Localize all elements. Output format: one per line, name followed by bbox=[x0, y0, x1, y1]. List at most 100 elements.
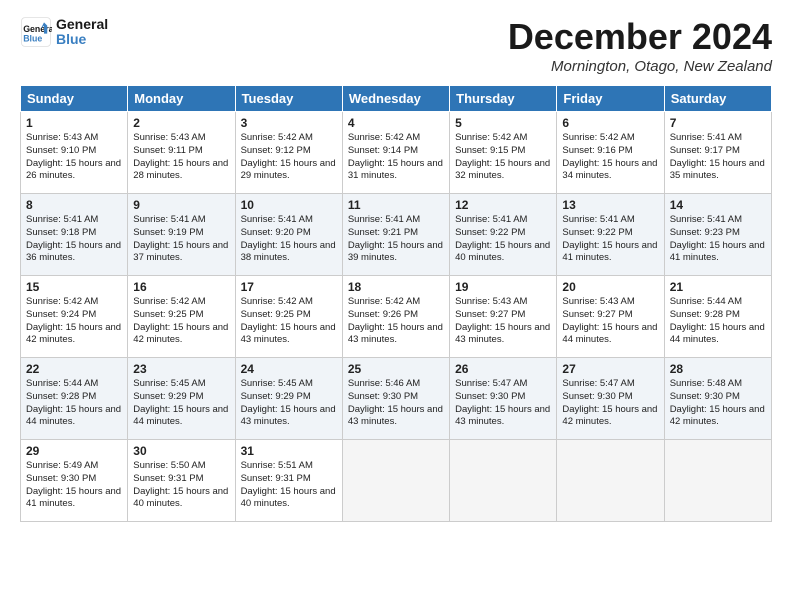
table-row: 30 Sunrise: 5:50 AMSunset: 9:31 PMDaylig… bbox=[128, 440, 235, 522]
table-row: 14 Sunrise: 5:41 AMSunset: 9:23 PMDaylig… bbox=[664, 194, 771, 276]
cell-content: Sunrise: 5:41 AMSunset: 9:23 PMDaylight:… bbox=[670, 214, 765, 263]
day-number: 30 bbox=[133, 444, 229, 458]
day-number: 6 bbox=[562, 116, 658, 130]
day-number: 27 bbox=[562, 362, 658, 376]
svg-text:General: General bbox=[23, 24, 52, 34]
calendar-week-row: 1 Sunrise: 5:43 AMSunset: 9:10 PMDayligh… bbox=[21, 112, 772, 194]
cell-content: Sunrise: 5:45 AMSunset: 9:29 PMDaylight:… bbox=[133, 378, 228, 427]
cell-content: Sunrise: 5:42 AMSunset: 9:26 PMDaylight:… bbox=[348, 296, 443, 345]
cell-content: Sunrise: 5:42 AMSunset: 9:12 PMDaylight:… bbox=[241, 132, 336, 181]
cell-content: Sunrise: 5:44 AMSunset: 9:28 PMDaylight:… bbox=[26, 378, 121, 427]
col-saturday: Saturday bbox=[664, 86, 771, 112]
day-number: 23 bbox=[133, 362, 229, 376]
cell-content: Sunrise: 5:41 AMSunset: 9:18 PMDaylight:… bbox=[26, 214, 121, 263]
day-number: 26 bbox=[455, 362, 551, 376]
cell-content: Sunrise: 5:43 AMSunset: 9:11 PMDaylight:… bbox=[133, 132, 228, 181]
table-row bbox=[450, 440, 557, 522]
cell-content: Sunrise: 5:41 AMSunset: 9:21 PMDaylight:… bbox=[348, 214, 443, 263]
table-row: 4 Sunrise: 5:42 AMSunset: 9:14 PMDayligh… bbox=[342, 112, 449, 194]
table-row bbox=[664, 440, 771, 522]
col-thursday: Thursday bbox=[450, 86, 557, 112]
day-number: 9 bbox=[133, 198, 229, 212]
col-friday: Friday bbox=[557, 86, 664, 112]
table-row: 10 Sunrise: 5:41 AMSunset: 9:20 PMDaylig… bbox=[235, 194, 342, 276]
day-number: 5 bbox=[455, 116, 551, 130]
day-number: 15 bbox=[26, 280, 122, 294]
cell-content: Sunrise: 5:41 AMSunset: 9:22 PMDaylight:… bbox=[455, 214, 550, 263]
table-row: 23 Sunrise: 5:45 AMSunset: 9:29 PMDaylig… bbox=[128, 358, 235, 440]
day-number: 13 bbox=[562, 198, 658, 212]
table-row: 31 Sunrise: 5:51 AMSunset: 9:31 PMDaylig… bbox=[235, 440, 342, 522]
logo-general: General bbox=[56, 17, 108, 32]
col-monday: Monday bbox=[128, 86, 235, 112]
day-number: 17 bbox=[241, 280, 337, 294]
day-number: 12 bbox=[455, 198, 551, 212]
day-number: 2 bbox=[133, 116, 229, 130]
cell-content: Sunrise: 5:47 AMSunset: 9:30 PMDaylight:… bbox=[455, 378, 550, 427]
col-tuesday: Tuesday bbox=[235, 86, 342, 112]
logo: General Blue General Blue bbox=[20, 16, 108, 48]
table-row: 9 Sunrise: 5:41 AMSunset: 9:19 PMDayligh… bbox=[128, 194, 235, 276]
col-sunday: Sunday bbox=[21, 86, 128, 112]
day-number: 31 bbox=[241, 444, 337, 458]
day-number: 10 bbox=[241, 198, 337, 212]
cell-content: Sunrise: 5:51 AMSunset: 9:31 PMDaylight:… bbox=[241, 460, 336, 509]
cell-content: Sunrise: 5:42 AMSunset: 9:14 PMDaylight:… bbox=[348, 132, 443, 181]
table-row: 7 Sunrise: 5:41 AMSunset: 9:17 PMDayligh… bbox=[664, 112, 771, 194]
day-number: 4 bbox=[348, 116, 444, 130]
table-row: 28 Sunrise: 5:48 AMSunset: 9:30 PMDaylig… bbox=[664, 358, 771, 440]
cell-content: Sunrise: 5:41 AMSunset: 9:22 PMDaylight:… bbox=[562, 214, 657, 263]
day-number: 28 bbox=[670, 362, 766, 376]
day-number: 20 bbox=[562, 280, 658, 294]
calendar-week-row: 15 Sunrise: 5:42 AMSunset: 9:24 PMDaylig… bbox=[21, 276, 772, 358]
calendar-table: Sunday Monday Tuesday Wednesday Thursday… bbox=[20, 85, 772, 522]
page: General Blue General Blue December 2024 … bbox=[0, 0, 792, 612]
day-number: 3 bbox=[241, 116, 337, 130]
calendar-week-row: 22 Sunrise: 5:44 AMSunset: 9:28 PMDaylig… bbox=[21, 358, 772, 440]
day-number: 22 bbox=[26, 362, 122, 376]
day-number: 29 bbox=[26, 444, 122, 458]
cell-content: Sunrise: 5:41 AMSunset: 9:17 PMDaylight:… bbox=[670, 132, 765, 181]
cell-content: Sunrise: 5:45 AMSunset: 9:29 PMDaylight:… bbox=[241, 378, 336, 427]
day-number: 8 bbox=[26, 198, 122, 212]
col-wednesday: Wednesday bbox=[342, 86, 449, 112]
day-number: 14 bbox=[670, 198, 766, 212]
month-title: December 2024 bbox=[508, 16, 772, 58]
calendar-week-row: 8 Sunrise: 5:41 AMSunset: 9:18 PMDayligh… bbox=[21, 194, 772, 276]
table-row: 2 Sunrise: 5:43 AMSunset: 9:11 PMDayligh… bbox=[128, 112, 235, 194]
day-number: 19 bbox=[455, 280, 551, 294]
cell-content: Sunrise: 5:47 AMSunset: 9:30 PMDaylight:… bbox=[562, 378, 657, 427]
table-row: 18 Sunrise: 5:42 AMSunset: 9:26 PMDaylig… bbox=[342, 276, 449, 358]
day-number: 16 bbox=[133, 280, 229, 294]
cell-content: Sunrise: 5:42 AMSunset: 9:15 PMDaylight:… bbox=[455, 132, 550, 181]
logo-icon: General Blue bbox=[20, 16, 52, 48]
table-row: 16 Sunrise: 5:42 AMSunset: 9:25 PMDaylig… bbox=[128, 276, 235, 358]
table-row: 25 Sunrise: 5:46 AMSunset: 9:30 PMDaylig… bbox=[342, 358, 449, 440]
calendar-header-row: Sunday Monday Tuesday Wednesday Thursday… bbox=[21, 86, 772, 112]
cell-content: Sunrise: 5:50 AMSunset: 9:31 PMDaylight:… bbox=[133, 460, 228, 509]
cell-content: Sunrise: 5:42 AMSunset: 9:16 PMDaylight:… bbox=[562, 132, 657, 181]
table-row bbox=[342, 440, 449, 522]
day-number: 18 bbox=[348, 280, 444, 294]
cell-content: Sunrise: 5:41 AMSunset: 9:19 PMDaylight:… bbox=[133, 214, 228, 263]
svg-text:Blue: Blue bbox=[23, 34, 42, 44]
table-row: 17 Sunrise: 5:42 AMSunset: 9:25 PMDaylig… bbox=[235, 276, 342, 358]
title-block: December 2024 Mornington, Otago, New Zea… bbox=[508, 16, 772, 75]
cell-content: Sunrise: 5:42 AMSunset: 9:25 PMDaylight:… bbox=[133, 296, 228, 345]
cell-content: Sunrise: 5:42 AMSunset: 9:25 PMDaylight:… bbox=[241, 296, 336, 345]
table-row: 13 Sunrise: 5:41 AMSunset: 9:22 PMDaylig… bbox=[557, 194, 664, 276]
cell-content: Sunrise: 5:42 AMSunset: 9:24 PMDaylight:… bbox=[26, 296, 121, 345]
table-row: 6 Sunrise: 5:42 AMSunset: 9:16 PMDayligh… bbox=[557, 112, 664, 194]
table-row: 19 Sunrise: 5:43 AMSunset: 9:27 PMDaylig… bbox=[450, 276, 557, 358]
table-row: 21 Sunrise: 5:44 AMSunset: 9:28 PMDaylig… bbox=[664, 276, 771, 358]
table-row bbox=[557, 440, 664, 522]
day-number: 1 bbox=[26, 116, 122, 130]
day-number: 21 bbox=[670, 280, 766, 294]
table-row: 26 Sunrise: 5:47 AMSunset: 9:30 PMDaylig… bbox=[450, 358, 557, 440]
table-row: 22 Sunrise: 5:44 AMSunset: 9:28 PMDaylig… bbox=[21, 358, 128, 440]
table-row: 5 Sunrise: 5:42 AMSunset: 9:15 PMDayligh… bbox=[450, 112, 557, 194]
table-row: 27 Sunrise: 5:47 AMSunset: 9:30 PMDaylig… bbox=[557, 358, 664, 440]
cell-content: Sunrise: 5:43 AMSunset: 9:27 PMDaylight:… bbox=[455, 296, 550, 345]
cell-content: Sunrise: 5:49 AMSunset: 9:30 PMDaylight:… bbox=[26, 460, 121, 509]
table-row: 3 Sunrise: 5:42 AMSunset: 9:12 PMDayligh… bbox=[235, 112, 342, 194]
